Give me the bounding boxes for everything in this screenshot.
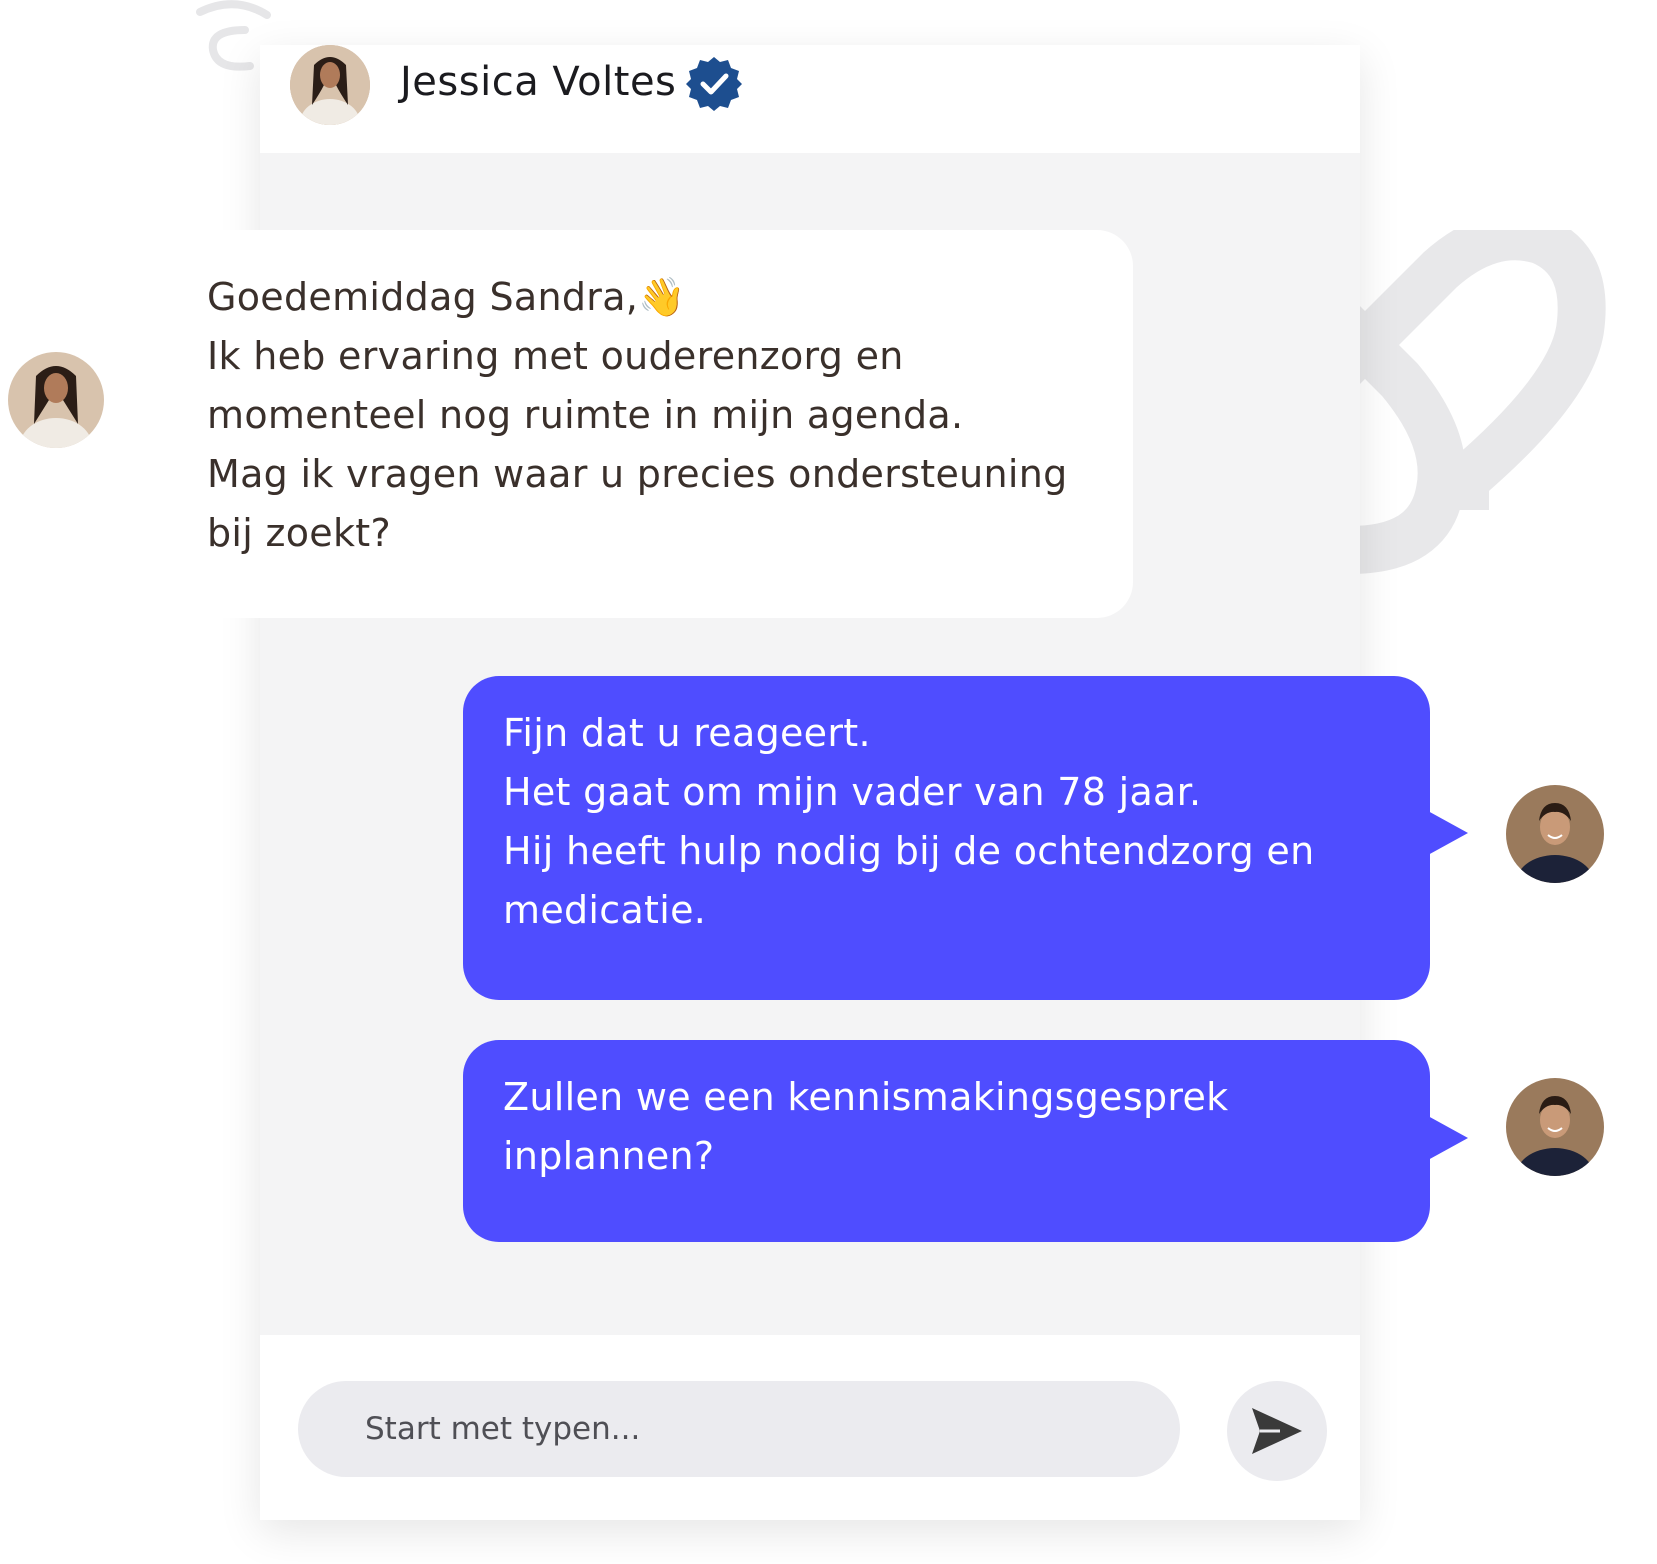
outgoing-message-bubble: Zullen we een kennismakingsgesprek inpla…: [463, 1040, 1430, 1242]
outgoing-message-bubble: Fijn dat u reageert. Het gaat om mijn va…: [463, 676, 1430, 1000]
bubble-tail: [1428, 1116, 1468, 1160]
incoming-message-text: Goedemiddag Sandra,👋 Ik heb ervaring met…: [207, 275, 1068, 555]
send-button[interactable]: [1227, 1381, 1327, 1481]
message-input[interactable]: [298, 1381, 1180, 1477]
user-avatar[interactable]: [1506, 785, 1604, 883]
chat-header: Jessica Voltes: [260, 45, 1360, 153]
contact-name: Jessica Voltes: [400, 59, 677, 105]
send-icon: [1252, 1408, 1302, 1454]
verified-badge-icon: [685, 55, 743, 113]
user-avatar[interactable]: [1506, 1078, 1604, 1176]
sender-avatar[interactable]: [8, 352, 104, 448]
bubble-tail: [1428, 811, 1468, 855]
contact-avatar[interactable]: [290, 45, 370, 125]
message-composer: [260, 1335, 1360, 1520]
chat-scene: Jessica Voltes Goedemiddag Sandra,👋 Ik h…: [0, 0, 1657, 1564]
